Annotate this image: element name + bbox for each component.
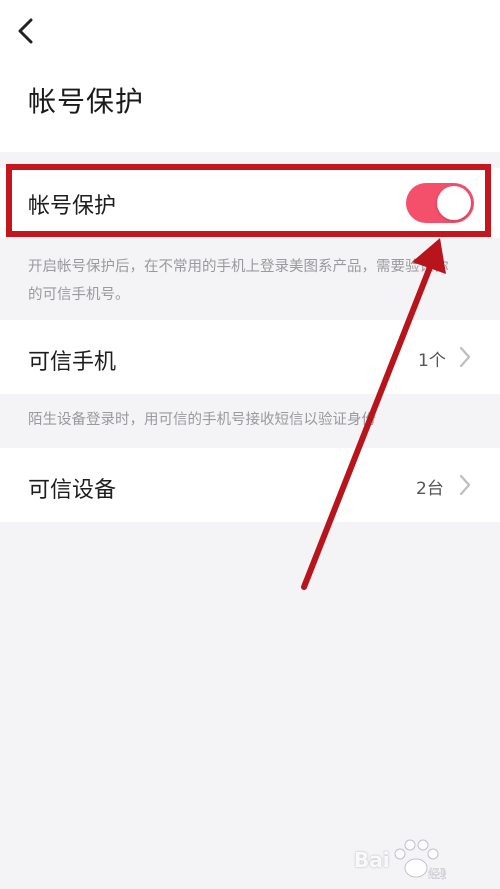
trusted-phone-label: 可信手机 — [28, 350, 117, 375]
chevron-left-icon — [18, 18, 33, 44]
chevron-right-icon — [459, 474, 471, 496]
watermark-text: Bai — [354, 848, 390, 872]
page-title: 帐号保护 — [28, 85, 145, 118]
watermark-paw-text: 经验 — [428, 866, 446, 881]
back-button[interactable] — [12, 14, 42, 48]
chevron-right-icon — [459, 346, 471, 368]
account-protection-toggle[interactable] — [406, 183, 474, 223]
header: 帐号保护 — [0, 0, 500, 152]
trusted-phone-count: 1个 — [418, 351, 446, 371]
trusted-device-label: 可信设备 — [28, 478, 117, 503]
account-protection-hint: 开启帐号保护后，在不常用的手机上登录美图系产品，需要验证你 的可信手机号。 — [28, 253, 449, 309]
paw-logo-icon: 经验 — [394, 839, 446, 881]
account-protection-label: 帐号保护 — [28, 194, 117, 219]
account-protection-hint-line2: 的可信手机号。 — [28, 287, 130, 303]
trusted-phone-hint: 陌生设备登录时，用可信的手机号接收短信以验证身份 — [28, 412, 376, 428]
trusted-device-count: 2台 — [416, 479, 444, 499]
account-protection-hint-line1: 开启帐号保护后，在不常用的手机上登录美图系产品，需要验证你 — [28, 259, 449, 275]
trusted-device-row[interactable]: 可信设备 2台 — [0, 448, 500, 522]
trusted-phone-row[interactable]: 可信手机 1个 — [0, 320, 500, 394]
toggle-knob — [437, 186, 471, 220]
